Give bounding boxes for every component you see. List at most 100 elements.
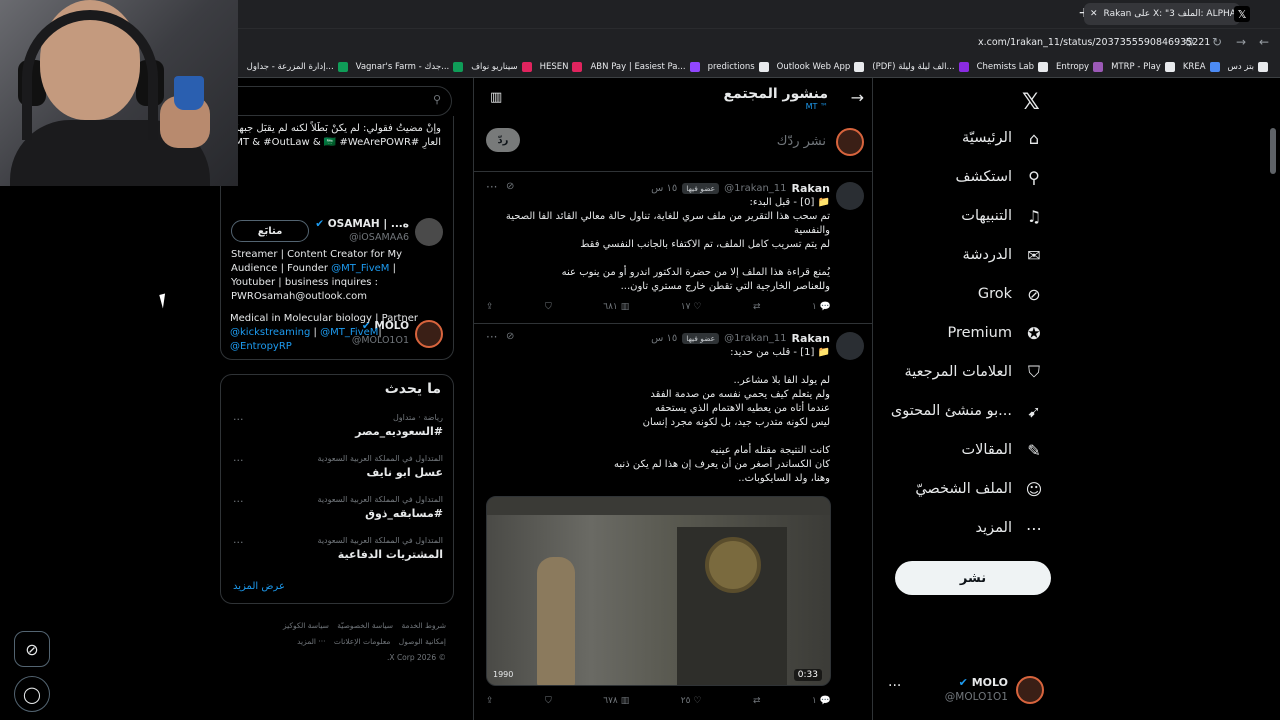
reply-input[interactable]: نشر ردّك — [777, 134, 826, 149]
bookmark-item[interactable]: إدارة المزرعة - جداول... — [247, 61, 348, 72]
bookmark-item[interactable]: HESEN — [540, 61, 583, 72]
tweet-time[interactable]: ١٥ س — [651, 333, 677, 344]
more-icon[interactable]: ··· — [233, 495, 244, 508]
more-icon[interactable]: ··· — [233, 454, 244, 467]
nav-item-search[interactable]: ⚲ استكشف — [955, 162, 1044, 192]
share-action[interactable]: ⇪ — [486, 302, 494, 312]
chart-icon: ▥ — [620, 302, 630, 312]
bookmark-item[interactable]: MTRP - Play — [1111, 61, 1175, 72]
profile-link[interactable]: @MT_FiveM — [331, 263, 389, 274]
grok-icon[interactable]: ⊘ — [506, 331, 514, 342]
back-arrow-icon[interactable]: → — [851, 88, 864, 107]
tweet-handle[interactable]: @1rakan_11 — [724, 183, 786, 194]
views-action[interactable]: ▥ ٦٧٨ — [603, 696, 629, 706]
profile-link[interactable]: @kickstreaming — [230, 327, 310, 338]
forward-icon[interactable]: → — [1236, 35, 1246, 49]
tweet-time[interactable]: ١٥ س — [651, 183, 677, 194]
tweet-author[interactable]: Rakan — [792, 182, 830, 195]
browser-tab-active[interactable]: ✕ Rakan على X: "3 الملف: ALPHA — [1084, 3, 1240, 25]
tweet-actions: 💬 ١ ⇄ ♡ ١٧ ▥ ٦٨١ ⛉ ⇪ — [486, 302, 831, 312]
avatar[interactable] — [415, 218, 443, 246]
more-icon[interactable]: ··· — [233, 536, 244, 549]
nav-item-mail[interactable]: ✉ الدردشة — [963, 240, 1044, 270]
show-more-link[interactable]: عرض المزيد — [233, 581, 285, 592]
tab-close-icon[interactable]: ✕ — [1090, 9, 1098, 19]
trend-item[interactable]: رياضة · متداول #السعوديه_مصر ··· — [221, 413, 455, 453]
scrollbar[interactable] — [1270, 128, 1276, 174]
avatar[interactable] — [836, 332, 864, 360]
following-button[interactable]: متابَع — [231, 220, 309, 242]
back-icon[interactable]: ← — [1259, 35, 1269, 49]
footer-link[interactable]: سياسة الخصوصيّة — [337, 618, 393, 634]
bookmark-item[interactable]: سيناريو نواف — [471, 61, 532, 72]
repost-action[interactable]: ⇄ — [753, 302, 761, 312]
bookmark-item[interactable]: Outlook Web App — [777, 61, 865, 72]
avatar[interactable] — [836, 182, 864, 210]
nav-item-articles[interactable]: ✎ المقالات — [961, 435, 1044, 465]
more-icon[interactable]: ··· — [486, 330, 497, 344]
share-action[interactable]: ⇪ — [486, 696, 494, 706]
trend-item[interactable]: المتداول في المملكة العربية السعودية #مس… — [221, 495, 455, 535]
bookmark-label: Chemists Lab — [976, 61, 1035, 72]
footer-link[interactable]: إمكانية الوصول — [399, 634, 446, 650]
nav-item-bookmark[interactable]: ⛉ العلامات المرجعية — [905, 357, 1044, 387]
footer-link[interactable]: ··· المزيد — [297, 634, 325, 650]
search-input[interactable]: ⚲ — [220, 86, 452, 116]
tweet[interactable]: Rakan @1rakan_11 عضو فيها ١٥ س ··· ⊘ 📁 [… — [474, 174, 872, 324]
x-favicon-icon[interactable]: 𝕏 — [1234, 6, 1250, 22]
bookmark-item[interactable]: ABN Pay | Easiest Pa... — [590, 61, 700, 72]
bookmark-item[interactable]: predictions — [708, 61, 769, 72]
nav-item-more[interactable]: ⋯ المزيد — [976, 513, 1044, 543]
bookmark-item[interactable]: Chemists Lab — [976, 61, 1049, 72]
trend-item[interactable]: المتداول في المملكة العربية السعودية الم… — [221, 536, 455, 576]
grok-icon[interactable]: ⊘ — [506, 181, 514, 192]
bookmark-item[interactable]: بتز دس — [1228, 61, 1268, 72]
community-tag[interactable]: MT ™ — [806, 102, 828, 111]
reply-button[interactable]: ردّ — [486, 128, 520, 152]
reply-action[interactable]: 💬 ١ — [812, 302, 831, 312]
more-icon[interactable]: ··· — [888, 678, 901, 694]
tweet-handle[interactable]: @1rakan_11 — [724, 333, 786, 344]
reload-icon[interactable]: ↻ — [1212, 35, 1222, 49]
nav-item-home[interactable]: ⌂ الرئيسيّة — [962, 123, 1044, 153]
post-button[interactable]: نشر — [895, 561, 1051, 595]
reply-action[interactable]: 💬 ١ — [812, 696, 831, 706]
footer-link[interactable]: معلومات الإعلانات — [334, 634, 390, 650]
messages-floating-button[interactable]: ◯ — [14, 676, 50, 712]
bookmark-item[interactable]: (PDF) الف ليلة وليلة... — [872, 61, 969, 72]
url-field[interactable]: x.com/1rakan_11/status/20373555908469352… — [978, 37, 1210, 48]
bookmark-action[interactable]: ⛉ — [545, 696, 552, 706]
profile-link[interactable]: @EntropyRP — [230, 341, 292, 352]
profile-name[interactable]: ✔ OSAMAH | ...ه — [315, 218, 409, 230]
trend-item[interactable]: المتداول في المملكة العربية السعودية عسل… — [221, 454, 455, 494]
bookmark-item[interactable]: Entropy — [1056, 61, 1104, 72]
nav-item-profile[interactable]: ☺ الملف الشخصيّ — [915, 474, 1044, 504]
x-logo-icon[interactable]: 𝕏 — [1022, 90, 1040, 115]
footer-link[interactable]: سياسة الكوكيز — [283, 618, 329, 634]
video-player[interactable]: 1990 0:33 — [486, 496, 831, 686]
reader-icon[interactable]: ▥ — [490, 90, 502, 105]
account-switcher[interactable]: ✔ MOLO @MOLO1O1 ··· — [880, 670, 1050, 710]
bookmark-favicon-icon — [854, 61, 865, 72]
like-action[interactable]: ♡ ٢٥ — [681, 696, 702, 706]
bookmark-item[interactable]: KREA — [1183, 61, 1220, 72]
bookmark-item[interactable]: Vagnar's Farm - جدك... — [356, 61, 464, 72]
more-icon[interactable]: ··· — [233, 413, 244, 426]
premium-icon: ✪ — [1027, 323, 1041, 343]
repost-action[interactable]: ⇄ — [753, 696, 761, 706]
grok-floating-button[interactable]: ⊘ — [14, 631, 50, 667]
nav-item-premium[interactable]: ✪ Premium — [947, 318, 1044, 348]
nav-item-bell[interactable]: ♫ التنبيهات — [961, 201, 1044, 231]
tweet-author[interactable]: Rakan — [792, 332, 830, 345]
member-badge: عضو فيها — [682, 333, 720, 344]
profile-bio: Medical in Molecular biology | Partner @… — [230, 313, 418, 352]
profile-link[interactable]: @MT_FiveM — [320, 327, 378, 338]
more-icon[interactable]: ··· — [486, 180, 497, 194]
views-action[interactable]: ▥ ٦٨١ — [603, 302, 629, 312]
like-action[interactable]: ♡ ١٧ — [681, 302, 702, 312]
nav-item-grok[interactable]: ⊘ Grok — [978, 279, 1044, 309]
bookmark-action[interactable]: ⛉ — [545, 302, 552, 312]
footer-link[interactable]: شروط الخدمة — [401, 618, 446, 634]
nav-item-rocket[interactable]: ➹ ...بو منشئ المحتوى — [891, 396, 1044, 426]
primary-navigation: 𝕏 ⌂ الرئيسيّة ⚲ استكشف ♫ التنبيهات ✉ الدردشة ⊘ Gr… — [880, 78, 1051, 720]
